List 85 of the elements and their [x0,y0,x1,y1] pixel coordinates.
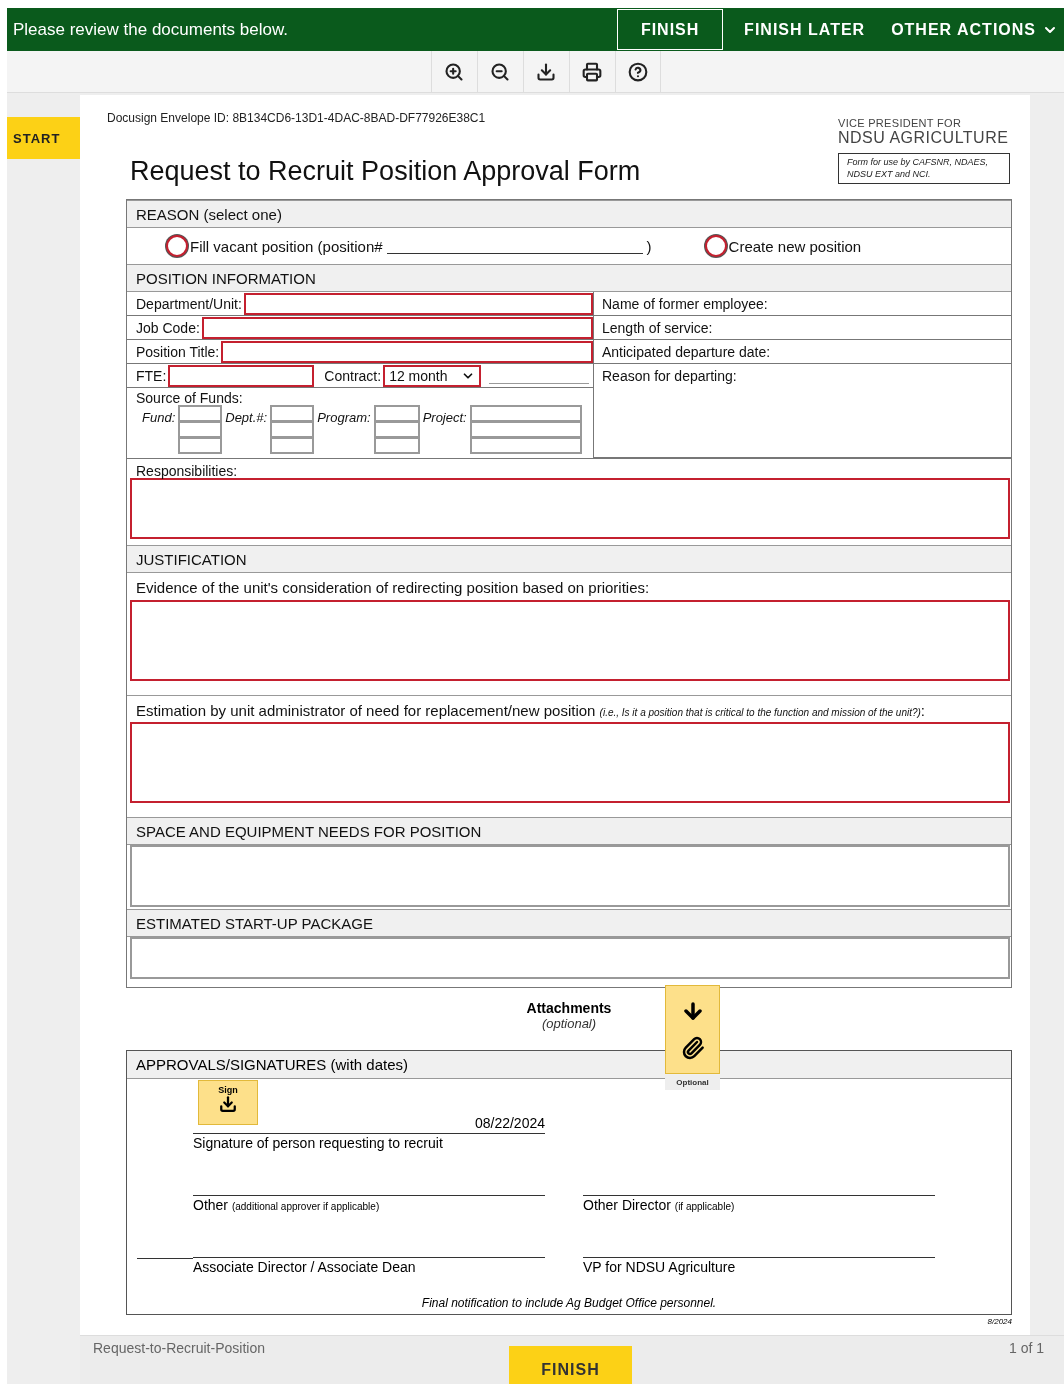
review-message: Please review the documents below. [12,19,289,40]
attachments-label: Attachments [526,999,612,1016]
signature-line-label: VP for NDSU Agriculture [583,1257,935,1276]
input-field[interactable] [373,421,420,439]
field-label: Fund: [142,410,176,428]
signature-line-label: Associate Director / Associate Dean [193,1257,545,1276]
option-label: Fill vacant position (position# [190,237,383,255]
finish-button[interactable]: FINISH [509,1346,632,1384]
download-icon [219,1095,237,1114]
input-field[interactable] [201,316,593,339]
prompt-label: Evidence of the unit's consideration of redirecting position based on priorities: [135,578,651,599]
signature-line-label: Other Director (if applicable) [583,1195,935,1214]
section-heading: POSITION INFORMATION [127,264,1011,293]
signature-line-label: Other (additional approver if applicable) [193,1195,545,1214]
field-label: Name of former employee: [602,295,768,312]
attachment-tag[interactable] [665,985,720,1074]
input-field[interactable] [270,405,315,423]
field-label: Department/Unit: [136,295,242,312]
option-label: Create new position [728,237,862,255]
org-name: NDSU AGRICULTURE [838,129,1010,147]
form-title: Request to Recruit Position Approval Form [130,156,641,188]
input-field[interactable] [178,421,223,439]
text-area[interactable] [130,845,1010,908]
field-label: Program: [317,410,371,428]
text-area[interactable] [130,478,1010,540]
input-field[interactable] [178,405,223,423]
text-area[interactable] [130,937,1010,980]
date-text: 08/22/2024 [474,1115,545,1132]
signature-line [137,1258,193,1260]
zoom-in-icon [444,61,464,82]
start-tag[interactable]: START [7,117,80,159]
attachments-sublabel: (optional) [541,1015,597,1031]
field-label: Reason for departing: [602,368,737,385]
field-label: Project: [422,410,467,428]
org-subtitle: VICE PRESIDENT FOR [838,117,963,129]
section-heading: JUSTIFICATION [127,545,1011,574]
prompt-label: Estimation by unit administrator of need for replacement/new position (i.e., Is it a position that is critical to the function and mission of the unit?): [127,695,1011,723]
radio-button[interactable] [704,235,727,258]
field-label: Responsibilities: [135,462,239,479]
input-field[interactable] [469,405,582,423]
section-heading: APPROVALS/SIGNATURES (with dates) [127,1051,1011,1080]
input-field[interactable] [178,437,223,455]
input-field[interactable] [270,421,315,439]
header-button[interactable]: FINISH LATER [724,8,886,51]
field-label: Dept.#: [225,410,268,428]
zoom-out-icon [490,61,510,82]
input-field[interactable] [221,340,593,363]
text-area[interactable] [130,722,1010,804]
input-field[interactable] [469,421,582,439]
header-button[interactable]: FINISH [617,9,724,50]
envelope-id: Docusign Envelope ID: 8B134CD6-13D1-4DAC-8BAD-DF77926E38C1 [107,111,486,125]
signature-line-label: Signature of person requesting to recruit [193,1133,545,1152]
section-heading: ESTIMATED START-UP PACKAGE [127,909,1011,938]
version-text: 8/2024 [986,1317,1012,1327]
field-label: Contract: [324,367,382,384]
field-label: Source of Funds: [136,390,243,407]
page-count: 1 of 1 [1008,1340,1044,1358]
help-button[interactable] [614,51,661,92]
field-label: Anticipated departure date: [602,343,771,360]
form-usage-note: Form for use by CAFSNR, NDAES, NDSU EXT and NCI. [838,153,1010,185]
section-heading: SPACE AND EQUIPMENT NEEDS FOR POSITION [127,817,1011,846]
field-label: Length of service: [602,319,713,336]
sign-tag[interactable]: Sign [198,1080,258,1126]
optional-tag: Optional [665,1075,720,1090]
field-label: Job Code: [136,319,200,336]
paperclip-icon [680,1036,705,1061]
input-field[interactable] [270,437,315,455]
input-field[interactable] [373,437,420,455]
document-name: Request-to-Recruit-Position [93,1340,265,1358]
section-heading: REASON (select one) [127,200,1011,229]
help-icon [627,61,648,82]
contract-select[interactable]: 12 month [383,364,482,387]
input-field[interactable] [373,405,420,423]
actions-menu-button[interactable]: OTHER ACTIONS [885,8,1064,51]
field-label: FTE: [136,367,167,384]
print-icon [582,61,602,82]
input-field[interactable] [168,364,315,387]
option-label: ) [646,237,652,255]
text-area[interactable] [130,600,1010,682]
radio-button[interactable] [166,235,188,258]
field-label: Position Title: [136,343,220,360]
input-field[interactable] [243,292,593,315]
download-icon [536,61,556,82]
final-note: Final notification to include Ag Budget Office personnel. [420,1296,718,1313]
input-field[interactable] [469,437,582,455]
